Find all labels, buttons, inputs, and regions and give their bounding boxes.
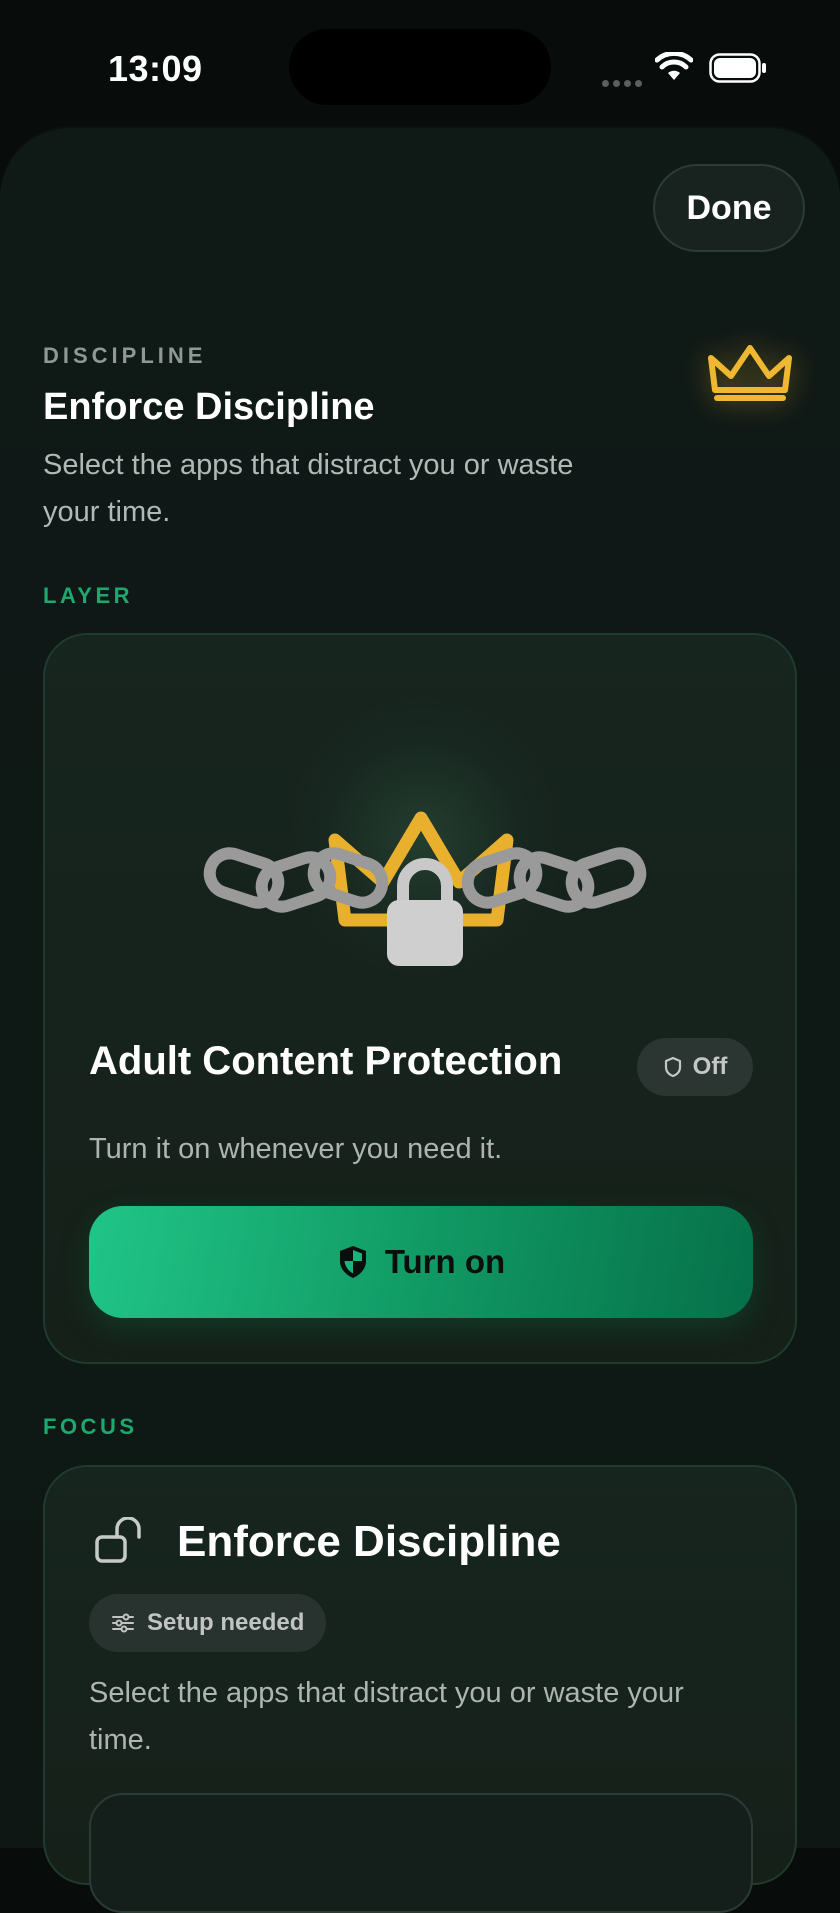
focus-card-description: Select the apps that distract you or was…: [89, 1677, 684, 1756]
signal-dots-icon: [602, 74, 646, 92]
crown-icon: [708, 345, 792, 401]
section-eyebrow: DISCIPLINE: [43, 343, 207, 368]
unlock-icon: [95, 1517, 141, 1563]
status-badge: Off: [637, 1038, 753, 1096]
focus-card-title: Enforce Discipline: [177, 1517, 561, 1566]
layer-section-label: LAYER: [43, 583, 134, 608]
page-description: Select the apps that distract you or was…: [43, 449, 574, 528]
status-time: 13:09: [108, 48, 203, 89]
page-title: Enforce Discipline: [43, 386, 375, 428]
turn-on-label: Turn on: [384, 1243, 506, 1280]
chain-lock-crown-illustration: [203, 811, 647, 966]
done-button[interactable]: Done: [653, 164, 805, 252]
card-title: Adult Content Protection: [89, 1039, 563, 1083]
focus-card: Enforce Discipline Setup needed Select t…: [43, 1465, 797, 1913]
turn-on-button[interactable]: Turn on: [89, 1206, 753, 1318]
wifi-icon: [655, 52, 693, 80]
card-description: Turn it on whenever you need it.: [89, 1133, 503, 1165]
dynamic-island: [289, 29, 551, 105]
shield-icon: [664, 1056, 681, 1078]
adult-content-card: Adult Content Protection Off Turn it on …: [43, 633, 797, 1364]
status-label: Off: [692, 1053, 728, 1080]
app-selection-box[interactable]: [89, 1793, 753, 1913]
setup-badge: Setup needed: [89, 1594, 327, 1652]
status-bar: 13:09: [0, 0, 840, 130]
shield-half-icon: [339, 1246, 366, 1278]
sliders-icon: [112, 1613, 134, 1633]
focus-section-label: FOCUS: [43, 1414, 138, 1439]
battery-icon: [709, 53, 766, 83]
setup-badge-label: Setup needed: [147, 1609, 305, 1636]
